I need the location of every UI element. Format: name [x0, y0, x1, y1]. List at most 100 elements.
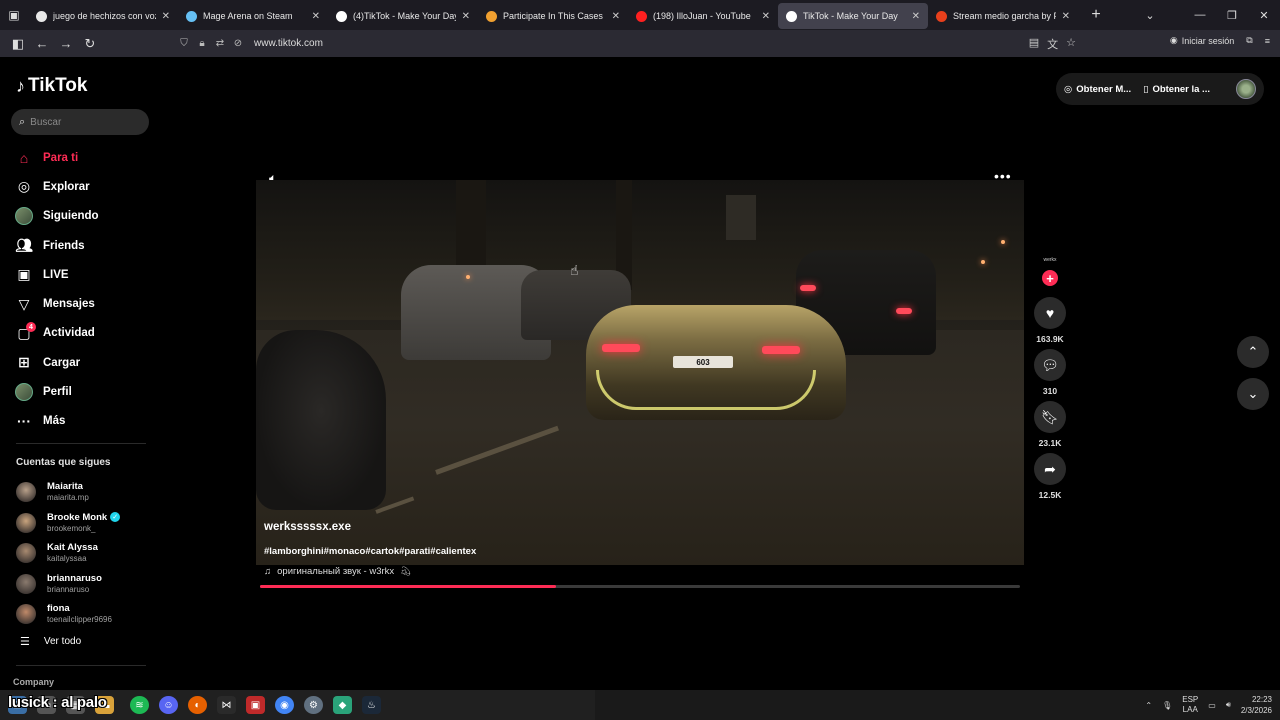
logo-text: TikTok	[28, 75, 88, 96]
reload-button[interactable]: ↻	[78, 33, 102, 55]
chrome-icon[interactable]: ◉	[275, 696, 294, 714]
browser-tab[interactable]: juego de hechizos con voz - Bu ✕	[28, 3, 178, 29]
video-hashtags[interactable]: #lamborghini#monaco#cartok#parati#calien…	[264, 546, 476, 557]
sidebar-item-label: LIVE	[43, 268, 69, 281]
no-autoplay-icon[interactable]: ⊘	[230, 38, 246, 49]
spotify-icon[interactable]: ≋	[130, 696, 149, 714]
browser-tab[interactable]: (198) IlloJuan - YouTube ✕	[628, 3, 778, 29]
language-indicator[interactable]: ESP LAA	[1182, 695, 1198, 715]
sidebar-item-mensajes[interactable]: ▽ Mensajes	[14, 289, 154, 318]
epic-games-icon[interactable]: ⋈	[217, 696, 236, 714]
extensions-icon[interactable]: ⧉	[1246, 35, 1252, 46]
sign-in-button[interactable]: ◉ Iniciar sesión	[1170, 35, 1234, 46]
tab-title: Participate In This Cases Battle!	[503, 11, 606, 21]
close-window-icon[interactable]: ✕	[1248, 9, 1280, 22]
account-name: briannaruso	[47, 573, 102, 584]
tab-close-icon[interactable]: ✕	[912, 11, 920, 22]
browser-tab[interactable]: TikTok - Make Your Day ✕	[778, 3, 928, 29]
video-player[interactable]: 603	[256, 180, 1024, 565]
sidebar-item-label: Para ti	[43, 151, 79, 164]
maximize-icon[interactable]: ❐	[1216, 9, 1248, 22]
address-bar[interactable]: ⛉ 🔒︎ ⇄ ⊘ www.tiktok.com ▤ 文 ☆	[176, 33, 1076, 54]
translate-icon[interactable]: 文	[1047, 36, 1058, 52]
company-link[interactable]: Company	[13, 677, 54, 687]
microphone-icon[interactable]: 🎙︎	[1162, 701, 1172, 710]
following-account[interactable]: Brooke Monk ✓ brookemonk_	[16, 508, 156, 539]
follow-plus-button[interactable]: +	[1042, 270, 1058, 286]
discord-icon[interactable]: ☺	[159, 696, 178, 714]
bookmark-star-icon[interactable]: ☆	[1066, 36, 1076, 52]
share-icon[interactable]: ➦	[1034, 453, 1066, 485]
tab-strip: juego de hechizos con voz - Bu✕Mage Aren…	[28, 1, 1078, 29]
browser-tab[interactable]: Mage Arena on Steam ✕	[178, 3, 328, 29]
sidebar-toggle-icon[interactable]: ◧	[6, 33, 30, 55]
following-account[interactable]: Kait Alyssa kaitalyssaa	[16, 538, 156, 569]
tiktok-logo[interactable]: ♪ TikTok	[16, 75, 87, 97]
display-icon[interactable]: ▭	[1208, 701, 1216, 710]
video-progress-bar[interactable]	[260, 585, 1020, 588]
reader-view-icon[interactable]: ▤	[1029, 36, 1039, 52]
tab-close-icon[interactable]: ✕	[462, 11, 470, 22]
tab-overview-icon[interactable]: ▣	[0, 0, 28, 30]
clock[interactable]: 22:23 2/3/2026	[1241, 694, 1272, 716]
video-author[interactable]: werksssssx.exe	[264, 521, 351, 533]
steam-icon[interactable]: ♨	[362, 696, 381, 714]
search-input[interactable]: ⌕ Buscar	[11, 109, 149, 135]
browser-tab[interactable]: Participate In This Cases Battle! ✕	[478, 3, 628, 29]
firefox-icon[interactable]: ◐	[188, 696, 207, 714]
sidebar-item-siguiendo[interactable]: Siguiendo	[14, 202, 154, 231]
save-action[interactable]: 🔖︎ 23.1K	[1034, 401, 1066, 448]
sidebar-item-live[interactable]: ▣ LIVE	[14, 260, 154, 289]
user-avatar[interactable]	[1236, 79, 1256, 99]
shield-icon[interactable]: ⛉	[176, 38, 192, 49]
tab-favicon-icon	[786, 10, 797, 22]
app-menu-icon[interactable]: ≡	[1265, 36, 1270, 46]
sidebar-item-m-s[interactable]: ··· Más	[14, 407, 154, 436]
following-account[interactable]: Maiarita maiarita.mp	[16, 477, 156, 508]
comment-icon[interactable]: 💬︎	[1034, 349, 1066, 381]
following-account[interactable]: briannaruso briannaruso	[16, 569, 156, 600]
tab-close-icon[interactable]: ✕	[162, 11, 170, 22]
volume-icon[interactable]: 🔊︎	[1226, 700, 1231, 710]
share-action[interactable]: ➦ 12.5K	[1034, 453, 1066, 500]
comment-action[interactable]: 💬︎ 310	[1034, 349, 1066, 396]
minimize-icon[interactable]: —	[1184, 9, 1216, 22]
sidebar-item-perfil[interactable]: Perfil	[14, 377, 154, 406]
tab-close-icon[interactable]: ✕	[612, 11, 620, 22]
like-action[interactable]: ♥ 163.9K	[1034, 297, 1066, 344]
friends-icon: 👥︎	[15, 237, 33, 254]
tab-close-icon[interactable]: ✕	[1062, 11, 1070, 22]
bookmark-icon[interactable]: 🔖︎	[1034, 401, 1066, 433]
media-app-icon[interactable]: ▣	[246, 696, 265, 714]
game-app-icon[interactable]: ◆	[333, 696, 352, 714]
tab-title: juego de hechizos con voz - Bu	[53, 11, 156, 21]
next-video-button[interactable]: ⌄	[1237, 378, 1269, 410]
settings-gear-icon[interactable]: ⚙	[304, 696, 323, 714]
video-music[interactable]: ♫ оригинальный звук - w3rkx 💫︎	[264, 566, 412, 577]
tab-list-icon[interactable]: ⌄	[1138, 9, 1162, 22]
lock-icon[interactable]: 🔒︎	[194, 38, 210, 49]
sidebar-item-para-ti[interactable]: ⌂ Para ti	[14, 143, 154, 172]
see-all-button[interactable]: ☰ Ver todo	[20, 635, 81, 648]
browser-tab[interactable]: Stream medio garcha by PelisC ✕	[928, 3, 1078, 29]
heart-icon[interactable]: ♥	[1034, 297, 1066, 329]
license-plate: 603	[673, 356, 733, 368]
tab-close-icon[interactable]: ✕	[762, 11, 770, 22]
get-app-button[interactable]: ▯ Obtener la ...	[1143, 84, 1210, 95]
get-coins-button[interactable]: ◎ Obtener M...	[1064, 84, 1131, 95]
permissions-icon[interactable]: ⇄	[212, 38, 228, 49]
browser-tab[interactable]: (4)TikTok - Make Your Day ✕	[328, 3, 478, 29]
tray-chevron-up-icon[interactable]: ⌃	[1145, 701, 1152, 710]
sidebar-item-friends[interactable]: 👥︎ Friends	[14, 231, 154, 260]
sidebar-item-explorar[interactable]: ◎ Explorar	[14, 172, 154, 201]
url-text[interactable]: www.tiktok.com	[254, 38, 323, 49]
sidebar-item-cargar[interactable]: ⊞ Cargar	[14, 348, 154, 377]
previous-video-button[interactable]: ⌃	[1237, 336, 1269, 368]
forward-button[interactable]: →	[54, 33, 78, 55]
new-tab-button[interactable]: +	[1084, 6, 1108, 24]
creator-avatar-label[interactable]: werkx	[1038, 257, 1062, 263]
tab-close-icon[interactable]: ✕	[312, 11, 320, 22]
sidebar-item-actividad[interactable]: ▢ 4 Actividad	[14, 319, 154, 348]
following-account[interactable]: fiona toenailclipper9696	[16, 599, 156, 630]
back-button[interactable]: ←	[30, 33, 54, 55]
